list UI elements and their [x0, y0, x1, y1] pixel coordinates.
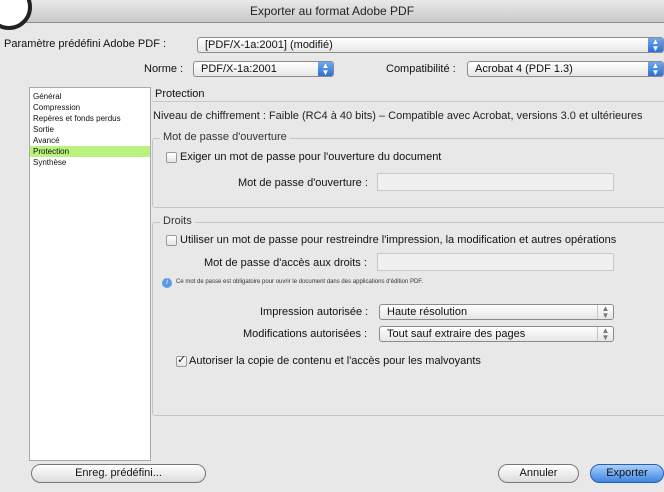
permissions-password-input[interactable] [377, 253, 614, 271]
sidebar-item-advanced[interactable]: Avancé [30, 135, 150, 146]
preset-popup[interactable]: [PDF/X-1a:2001] (modifié) ▲ ▼ [197, 37, 664, 53]
require-open-password-label: Exiger un mot de passe pour l'ouverture … [180, 151, 442, 163]
preset-value: [PDF/X-1a:2001] (modifié) [205, 39, 333, 51]
section-sidebar: Général Compression Repères et fonds per… [29, 87, 151, 461]
norme-value: PDF/X-1a:2001 [201, 63, 277, 75]
changes-allowed-popup[interactable]: Tout sauf extraire des pages ▲ ▼ [379, 326, 614, 342]
changes-allowed-label: Modifications autorisées : [243, 328, 368, 340]
popup-arrows-icon: ▲ ▼ [597, 305, 613, 319]
printing-allowed-popup[interactable]: Haute résolution ▲ ▼ [379, 304, 614, 320]
open-password-field-label: Mot de passe d'ouverture : [238, 177, 368, 189]
title-bar[interactable]: Exporter au format Adobe PDF [0, 0, 664, 23]
section-title: Protection [155, 88, 205, 100]
sidebar-item-output[interactable]: Sortie [30, 124, 150, 135]
open-password-legend: Mot de passe d'ouverture [160, 131, 290, 143]
export-button[interactable]: Exporter [590, 464, 664, 483]
encryption-level-text: Niveau de chiffrement : Faible (RC4 à 40… [153, 110, 643, 122]
sidebar-item-summary[interactable]: Synthèse [30, 157, 150, 168]
require-open-password-checkbox[interactable] [166, 152, 177, 163]
sidebar-item-general[interactable]: Général [30, 91, 150, 102]
norme-label: Norme : [144, 63, 184, 75]
changes-allowed-value: Tout sauf extraire des pages [387, 328, 526, 340]
info-icon: i [162, 278, 172, 288]
compat-value: Acrobat 4 (PDF 1.3) [475, 63, 573, 75]
printing-allowed-label: Impression autorisée : [260, 306, 369, 318]
sidebar-item-security[interactable]: Protection [30, 146, 150, 157]
corner-badge-icon [0, 0, 32, 30]
allow-copy-checkbox[interactable]: ✓ [176, 354, 187, 367]
export-pdf-dialog: Exporter au format Adobe PDF Paramètre p… [0, 0, 664, 492]
preset-label: Paramètre prédéfini Adobe PDF : [4, 38, 167, 50]
open-password-input[interactable] [377, 173, 614, 191]
permissions-legend: Droits [160, 215, 195, 227]
compat-popup[interactable]: Acrobat 4 (PDF 1.3) ▲ ▼ [467, 61, 664, 77]
norme-popup[interactable]: PDF/X-1a:2001 ▲ ▼ [193, 61, 334, 77]
permissions-password-label: Mot de passe d'accès aux droits : [204, 257, 367, 269]
printing-allowed-value: Haute résolution [387, 306, 468, 318]
compat-label: Compatibilité : [386, 63, 456, 75]
info-note-text: Ce mot de passe est obligatoire pour ouv… [176, 279, 423, 285]
popup-arrows-icon: ▲ ▼ [648, 62, 663, 76]
popup-arrows-icon: ▲ ▼ [318, 62, 333, 76]
popup-arrows-icon: ▲ ▼ [648, 38, 663, 52]
popup-arrows-icon: ▲ ▼ [597, 327, 613, 341]
cancel-button[interactable]: Annuler [498, 464, 579, 483]
sidebar-item-compression[interactable]: Compression [30, 102, 150, 113]
save-preset-button[interactable]: Enreg. prédéfini... [31, 464, 206, 483]
checkmark-icon: ✓ [177, 354, 187, 366]
window-title: Exporter au format Adobe PDF [249, 4, 415, 18]
restrict-permissions-checkbox[interactable] [166, 235, 177, 246]
section-divider [152, 101, 664, 102]
sidebar-item-marks-bleeds[interactable]: Repères et fonds perdus [30, 113, 150, 124]
restrict-permissions-label: Utiliser un mot de passe pour restreindr… [180, 234, 617, 246]
allow-copy-label: Autoriser la copie de contenu et l'accès… [189, 355, 481, 367]
